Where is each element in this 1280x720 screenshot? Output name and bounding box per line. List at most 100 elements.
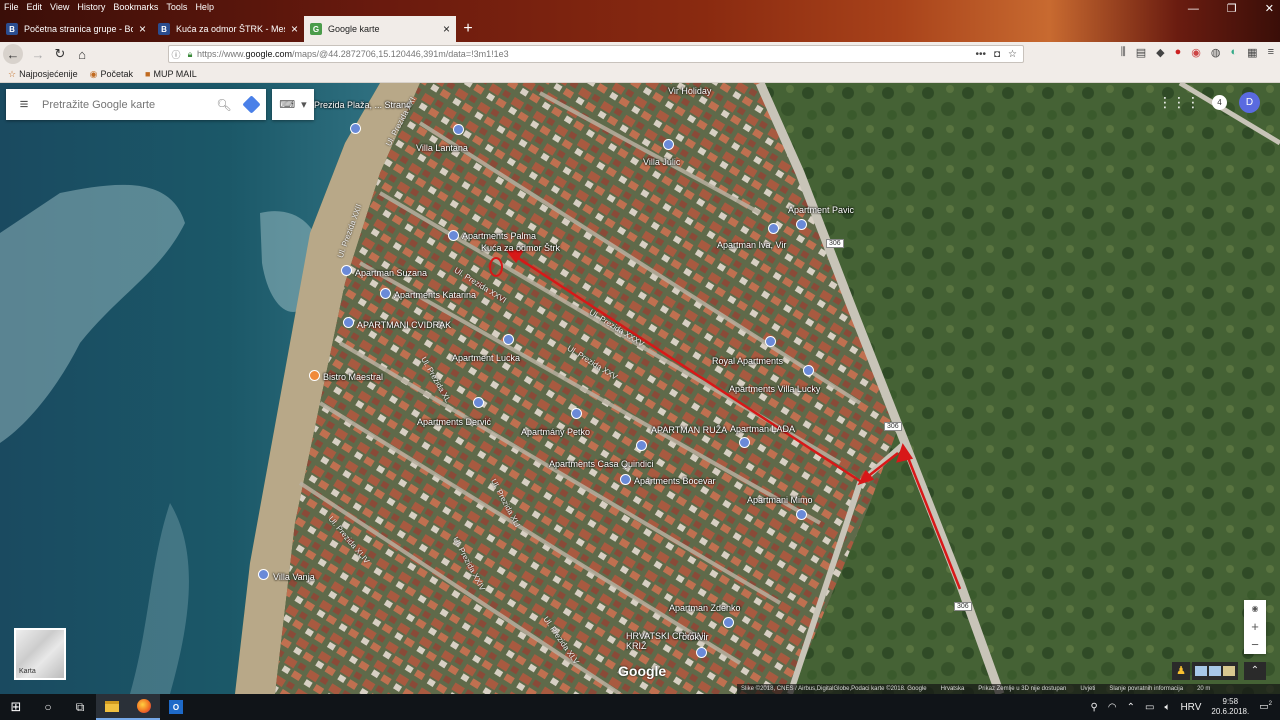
place-label[interactable]: Villa Vanja (273, 572, 315, 582)
language-indicator[interactable]: HRV (1180, 702, 1201, 713)
back-button[interactable]: ← (3, 44, 23, 64)
place-pin-icon[interactable] (636, 440, 647, 451)
info-icon[interactable]: ⓘ (169, 48, 183, 61)
menu-view[interactable]: View (50, 0, 69, 14)
tab-close-icon[interactable]: × (443, 22, 450, 36)
close-window-icon[interactable]: ✕ (1265, 0, 1274, 18)
expand-icon[interactable]: ⌃ (1244, 662, 1266, 680)
search-input[interactable] (42, 98, 212, 111)
scale-bar[interactable]: 20 m (1197, 686, 1210, 692)
place-label[interactable]: Apartments Dervić (417, 417, 491, 427)
place-pin-icon[interactable] (620, 474, 631, 485)
terms-link[interactable]: Uvjeti (1080, 686, 1095, 692)
tab-booking-group[interactable]: B Početna stranica grupe - Booki × (0, 16, 152, 42)
compass-icon[interactable]: ◉ (1244, 600, 1266, 618)
place-label[interactable]: Apartments Villa Lucky (729, 384, 820, 394)
place-pin-icon[interactable] (796, 219, 807, 230)
place-label[interactable]: Apartment Pavic (788, 205, 854, 215)
menu-file[interactable]: File (4, 0, 19, 14)
windows-start-icon[interactable]: ⊞ (0, 694, 32, 720)
wifi-icon[interactable]: ◠ (1108, 702, 1117, 713)
place-label[interactable]: Apartment Lucka (452, 353, 520, 363)
clock[interactable]: 9:58 20.6.2018. (1211, 697, 1249, 717)
avatar[interactable]: D (1239, 92, 1260, 113)
show-hidden-icon[interactable]: ⌃ (1127, 702, 1135, 713)
file-explorer-icon[interactable] (96, 694, 128, 720)
place-pin-icon[interactable] (571, 408, 582, 419)
place-label[interactable]: Apartments Katarina (394, 290, 476, 300)
place-label[interactable]: Vir Holiday (668, 86, 711, 96)
place-pin-icon[interactable] (796, 509, 807, 520)
bookmark-mup-mail[interactable]: ■ MUP MAIL (145, 69, 197, 79)
hamburger-menu-icon[interactable]: ≡ (1268, 46, 1274, 59)
menu-help[interactable]: Help (195, 0, 214, 14)
home-button[interactable]: ⌂ (71, 43, 93, 65)
satellite-map[interactable]: Vir Holiday Prezida Plaža, ... Strand Vi… (0, 83, 1280, 694)
directions-icon[interactable] (236, 89, 266, 120)
place-label-destination[interactable]: Kuća za odmor Štrk (481, 243, 560, 253)
place-label[interactable]: Apartments Palma (462, 231, 536, 241)
map-type-toggle[interactable]: Karta (14, 628, 66, 680)
apps-grid-icon[interactable]: ⋮⋮⋮ (1158, 94, 1200, 111)
place-pin-icon[interactable] (258, 569, 269, 580)
extension-icon[interactable]: ◍ (1211, 46, 1221, 59)
place-label[interactable]: Apartman LADA (730, 424, 795, 434)
new-tab-button[interactable]: + (456, 16, 480, 42)
extension-icon[interactable]: ◆ (1156, 46, 1164, 59)
place-pin-icon[interactable] (473, 397, 484, 408)
place-pin-icon[interactable] (803, 365, 814, 376)
place-label[interactable]: Apartman Iva, Vir (717, 240, 786, 250)
country-link[interactable]: Hrvatska (941, 686, 965, 692)
place-label[interactable]: Bistro Maestral (323, 372, 383, 382)
place-label[interactable]: Villa Lantana (416, 143, 468, 153)
imagery-thumbnails[interactable] (1192, 662, 1238, 680)
maximize-icon[interactable]: ❐ (1227, 0, 1237, 18)
feedback-link[interactable]: Slanje povratnih informacija (1109, 686, 1183, 692)
menu-edit[interactable]: Edit (27, 0, 43, 14)
sidebar-icon[interactable]: ▤ (1136, 46, 1146, 59)
place-pin-icon[interactable] (448, 230, 459, 241)
place-pin-icon[interactable] (723, 617, 734, 628)
minimize-icon[interactable]: — (1188, 0, 1199, 18)
place-pin-icon[interactable] (739, 437, 750, 448)
place-pin-icon[interactable] (768, 223, 779, 234)
tab-close-icon[interactable]: × (291, 22, 298, 36)
search-icon[interactable]: ○ (32, 694, 64, 720)
pegman-icon[interactable]: ♟ (1172, 662, 1190, 680)
library-icon[interactable]: ⫼ (1121, 46, 1126, 59)
place-pin-icon[interactable] (341, 265, 352, 276)
url-text[interactable]: https://www.google.com/maps/@44.2872706,… (197, 49, 975, 59)
place-label[interactable]: Villa Julic (643, 157, 680, 167)
menu-history[interactable]: History (77, 0, 105, 14)
place-pin-icon[interactable] (380, 288, 391, 299)
pocket-icon[interactable]: ◘ (994, 49, 1000, 60)
zoom-out-button[interactable]: − (1244, 636, 1266, 654)
menu-bookmarks[interactable]: Bookmarks (113, 0, 158, 14)
place-label[interactable]: Royal Apartments (712, 356, 783, 366)
address-bar[interactable]: ⓘ 🔒︎ https://www.google.com/maps/@44.287… (168, 45, 1024, 63)
task-view-icon[interactable]: ⧉ (64, 694, 96, 720)
lock-icon[interactable]: 🔒︎ (183, 49, 197, 60)
reload-button[interactable]: ↻ (49, 43, 71, 65)
extension-icon[interactable]: ▦ (1247, 46, 1257, 59)
place-label[interactable]: Apartman Zdenko (669, 603, 741, 613)
hamburger-menu-icon[interactable]: ≡ (6, 96, 42, 113)
forward-button[interactable]: → (27, 43, 49, 65)
action-center-icon[interactable]: ▭2 (1259, 701, 1272, 712)
bookmark-most-visited[interactable]: ☆ Najposjećenije (8, 69, 78, 80)
bookmark-star-icon[interactable]: ☆ (1008, 49, 1017, 60)
notifications-badge[interactable]: 4 (1212, 95, 1227, 110)
zoom-in-button[interactable]: + (1244, 618, 1266, 636)
tab-google-maps[interactable]: G Google karte × (304, 16, 456, 42)
place-label[interactable]: Apartman Suzana (355, 268, 427, 278)
tab-close-icon[interactable]: × (139, 22, 146, 36)
tab-booking-messages[interactable]: B Kuća za odmor ŠTRK - Messag × (152, 16, 304, 42)
people-icon[interactable]: ⚲ (1091, 702, 1098, 713)
keyboard-button[interactable]: ⌨ ▾ (272, 89, 314, 120)
place-label[interactable]: Prezida Plaža, ... Strand (314, 100, 411, 110)
place-pin-icon[interactable] (503, 334, 514, 345)
place-label[interactable]: Apartments Bocevar (634, 476, 716, 486)
extension-icon[interactable]: ◉ (1191, 46, 1201, 59)
place-label[interactable]: Apartments Casa Quindici (549, 459, 654, 469)
place-pin-icon[interactable] (663, 139, 674, 150)
